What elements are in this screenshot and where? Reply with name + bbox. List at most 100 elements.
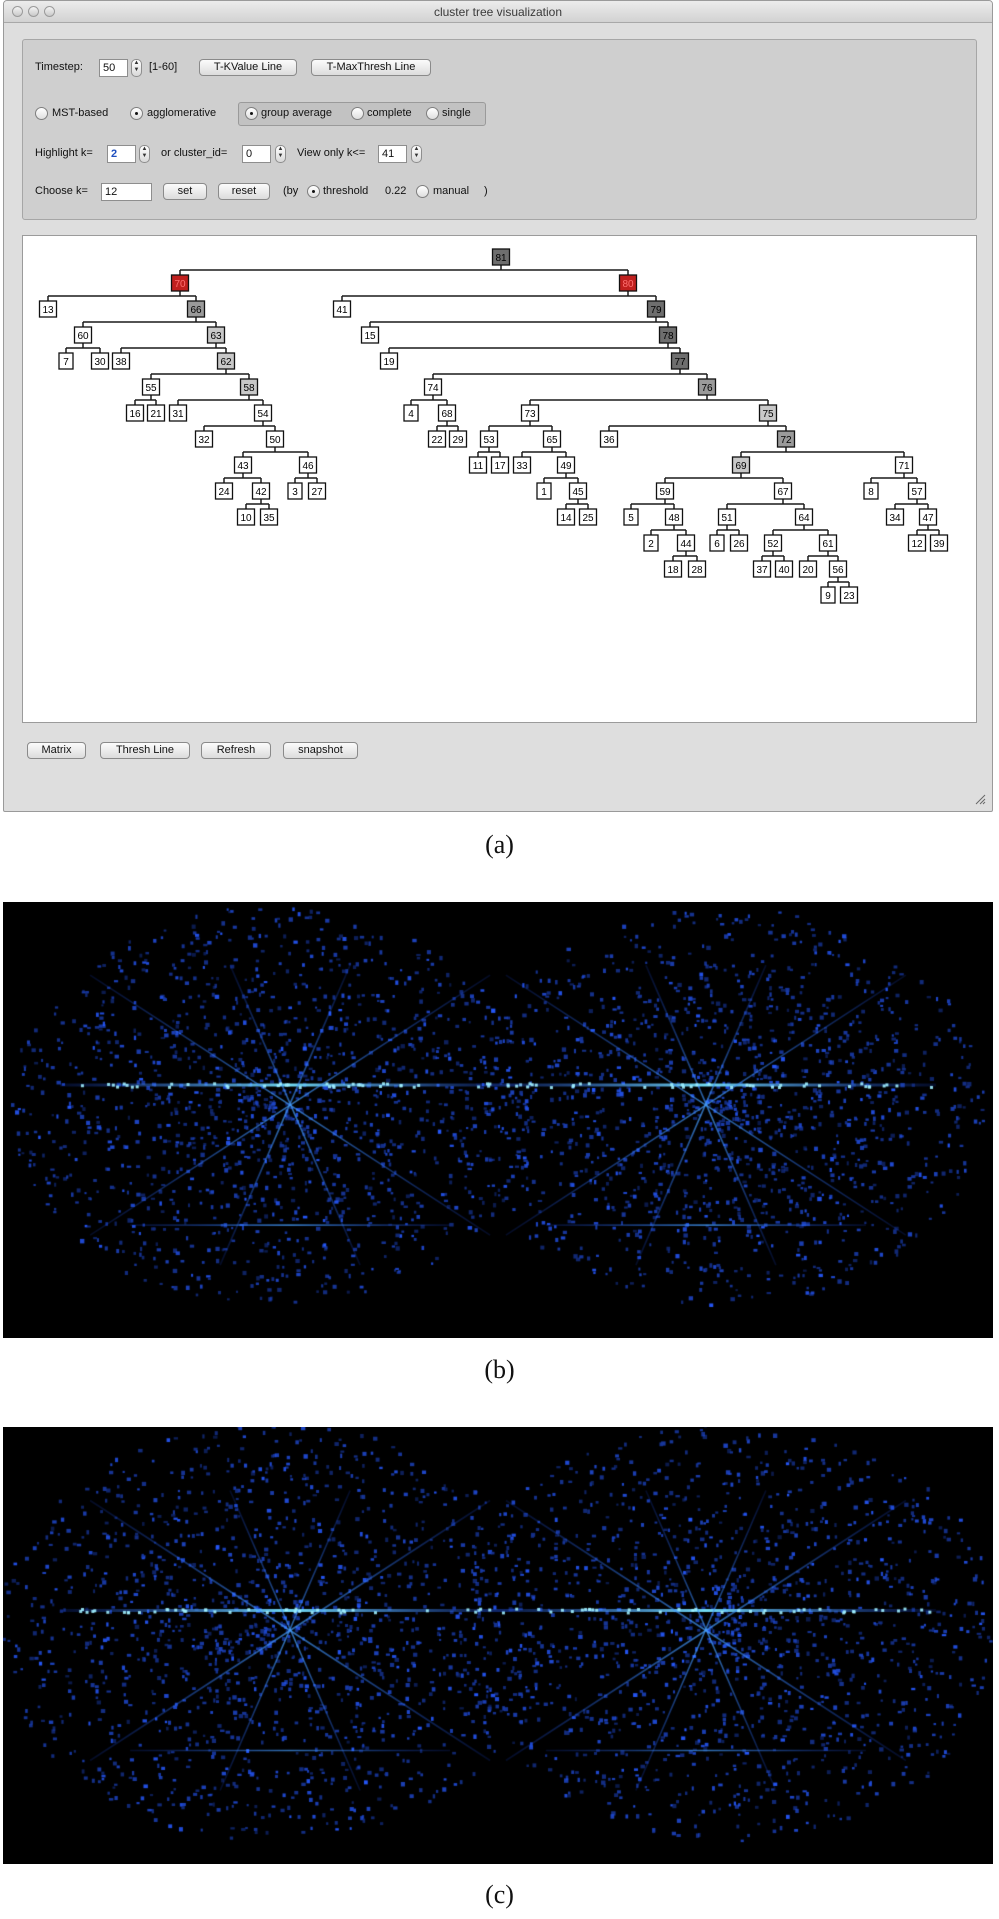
tree-node-8[interactable]: 8 [863,482,879,500]
tree-node-10[interactable]: 10 [236,508,256,526]
tree-node-63[interactable]: 63 [206,326,226,344]
tree-node-48[interactable]: 48 [664,508,684,526]
tree-node-52[interactable]: 52 [763,534,783,552]
tree-node-81[interactable]: 81 [491,248,511,266]
timestep-field[interactable]: 50 [99,59,128,77]
set-button[interactable]: set [163,183,207,200]
tree-node-42[interactable]: 42 [251,482,271,500]
resize-grip-icon[interactable] [974,793,986,805]
tree-node-25[interactable]: 25 [578,508,598,526]
tree-node-41[interactable]: 41 [332,300,352,318]
tree-node-78[interactable]: 78 [658,326,678,344]
tree-node-58[interactable]: 58 [239,378,259,396]
tree-node-39[interactable]: 39 [929,534,949,552]
tree-node-19[interactable]: 19 [379,352,399,370]
mst-based-radio[interactable] [35,107,48,120]
tree-node-23[interactable]: 23 [839,586,859,604]
complete-radio[interactable] [351,107,364,120]
tree-node-2[interactable]: 2 [643,534,659,552]
matrix-button[interactable]: Matrix [27,742,86,759]
tree-node-72[interactable]: 72 [776,430,796,448]
tmaxthresh-line-button[interactable]: T-MaxThresh Line [311,59,431,76]
tree-node-27[interactable]: 27 [307,482,327,500]
tree-node-73[interactable]: 73 [520,404,540,422]
tree-node-34[interactable]: 34 [885,508,905,526]
tree-node-68[interactable]: 68 [437,404,457,422]
tree-node-20[interactable]: 20 [798,560,818,578]
tree-node-33[interactable]: 33 [512,456,532,474]
manual-radio[interactable] [416,185,429,198]
tree-node-75[interactable]: 75 [758,404,778,422]
tree-node-29[interactable]: 29 [448,430,468,448]
tree-node-15[interactable]: 15 [360,326,380,344]
tree-node-55[interactable]: 55 [141,378,161,396]
tree-node-57[interactable]: 57 [907,482,927,500]
tree-node-70[interactable]: 70 [170,274,190,292]
tree-node-56[interactable]: 56 [828,560,848,578]
tree-node-11[interactable]: 11 [468,456,488,474]
tree-node-46[interactable]: 46 [298,456,318,474]
tree-node-17[interactable]: 17 [490,456,510,474]
view-only-field[interactable]: 41 [378,145,407,163]
tree-node-32[interactable]: 32 [194,430,214,448]
tree-node-47[interactable]: 47 [918,508,938,526]
tree-node-4[interactable]: 4 [403,404,419,422]
tree-node-49[interactable]: 49 [556,456,576,474]
thresh-line-button[interactable]: Thresh Line [100,742,190,759]
snapshot-button[interactable]: snapshot [283,742,358,759]
tree-node-43[interactable]: 43 [233,456,253,474]
tree-node-12[interactable]: 12 [907,534,927,552]
tree-node-36[interactable]: 36 [599,430,619,448]
tkvalue-line-button[interactable]: T-KValue Line [199,59,297,76]
cluster-id-field[interactable]: 0 [242,145,271,163]
tree-node-31[interactable]: 31 [168,404,188,422]
tree-node-61[interactable]: 61 [818,534,838,552]
tree-node-74[interactable]: 74 [423,378,443,396]
tree-node-69[interactable]: 69 [731,456,751,474]
tree-node-44[interactable]: 44 [676,534,696,552]
tree-node-18[interactable]: 18 [663,560,683,578]
tree-node-24[interactable]: 24 [214,482,234,500]
tree-node-38[interactable]: 38 [111,352,131,370]
tree-node-7[interactable]: 7 [58,352,74,370]
tree-node-5[interactable]: 5 [623,508,639,526]
tree-node-54[interactable]: 54 [253,404,273,422]
tree-node-50[interactable]: 50 [265,430,285,448]
tree-node-51[interactable]: 51 [717,508,737,526]
tree-node-26[interactable]: 26 [729,534,749,552]
tree-node-9[interactable]: 9 [820,586,836,604]
tree-node-40[interactable]: 40 [774,560,794,578]
tree-node-16[interactable]: 16 [125,404,145,422]
timestep-stepper[interactable]: ▲ ▼ [131,59,142,77]
tree-node-60[interactable]: 60 [73,326,93,344]
choose-k-field[interactable]: 12 [101,183,152,201]
tree-node-59[interactable]: 59 [655,482,675,500]
tree-node-65[interactable]: 65 [542,430,562,448]
tree-node-77[interactable]: 77 [670,352,690,370]
highlight-k-stepper[interactable]: ▲ ▼ [139,145,150,163]
tree-node-28[interactable]: 28 [687,560,707,578]
tree-node-45[interactable]: 45 [568,482,588,500]
agglomerative-radio[interactable] [130,107,143,120]
cluster-id-stepper[interactable]: ▲ ▼ [275,145,286,163]
tree-node-37[interactable]: 37 [752,560,772,578]
tree-node-76[interactable]: 76 [697,378,717,396]
threshold-radio[interactable] [307,185,320,198]
tree-node-6[interactable]: 6 [709,534,725,552]
tree-node-64[interactable]: 64 [794,508,814,526]
tree-node-62[interactable]: 62 [216,352,236,370]
tree-node-14[interactable]: 14 [556,508,576,526]
tree-node-71[interactable]: 71 [894,456,914,474]
tree-node-80[interactable]: 80 [618,274,638,292]
tree-node-35[interactable]: 35 [259,508,279,526]
tree-node-66[interactable]: 66 [186,300,206,318]
tree-node-3[interactable]: 3 [287,482,303,500]
reset-button[interactable]: reset [218,183,270,200]
view-only-stepper[interactable]: ▲ ▼ [411,145,422,163]
tree-node-21[interactable]: 21 [146,404,166,422]
tree-node-1[interactable]: 1 [536,482,552,500]
tree-node-79[interactable]: 79 [646,300,666,318]
highlight-k-field[interactable]: 2 [107,145,136,163]
tree-node-13[interactable]: 13 [38,300,58,318]
tree-node-22[interactable]: 22 [427,430,447,448]
